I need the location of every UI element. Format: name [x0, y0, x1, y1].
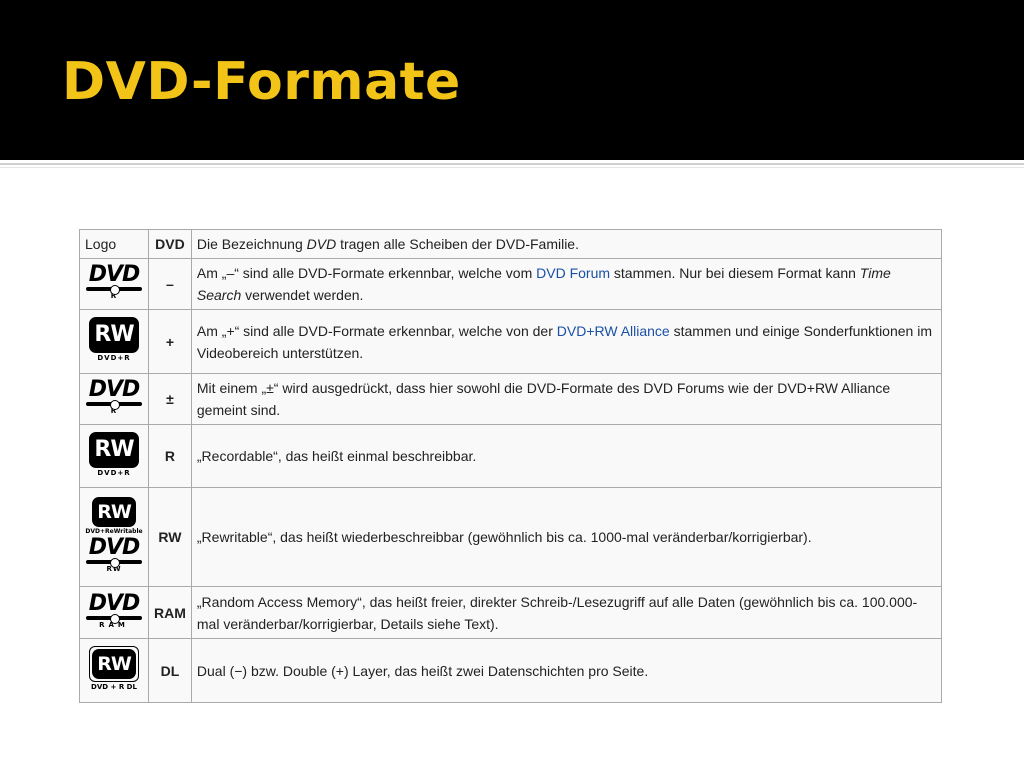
table-row: DVD R – Am „–“ sind alle DVD-Formate erk… — [79, 258, 943, 310]
description-text: stammen. Nur bei diesem Format kann — [610, 265, 860, 281]
slide-title: DVD-Formate — [62, 52, 461, 112]
dvd-logo-word: DVD — [88, 535, 141, 560]
logo-cell: DVD R — [79, 373, 149, 425]
logo-cell: RW DVD+R — [79, 309, 149, 374]
logo-cell: RW DVD + R DL — [79, 638, 149, 703]
dvd-formats-table: Logo DVD Die Bezeichnung DVD tragen alle… — [79, 229, 943, 703]
format-description: „Rewritable“, das heißt wiederbeschreibb… — [190, 487, 943, 587]
format-code: RW — [148, 487, 192, 587]
dvd-logo-word: DVD — [88, 590, 141, 616]
logo-cell: RW DVD+ReWritable DVD RW — [79, 487, 149, 587]
logo-cell: DVD R — [79, 258, 149, 310]
dvd-r-logo: DVD R — [86, 264, 142, 300]
table-header-row: Logo DVD Die Bezeichnung DVD tragen alle… — [79, 229, 943, 259]
description-text: verwendet werden. — [241, 287, 364, 303]
format-code: – — [148, 258, 192, 310]
dvd-logo-word: DVD — [88, 262, 141, 287]
header-description-cell: Die Bezeichnung DVD tragen alle Scheiben… — [190, 229, 943, 259]
format-code: RAM — [148, 586, 192, 639]
table-row: DVD R ± Mit einem „±“ wird ausgedrückt, … — [79, 373, 943, 425]
dvd-logo-word: DVD — [88, 377, 141, 402]
format-description: Dual (−) bzw. Double (+) Layer, das heiß… — [190, 638, 943, 703]
rw-logo-word: RW — [92, 497, 136, 527]
disc-icon — [86, 613, 142, 624]
disc-icon — [86, 558, 142, 568]
format-code: + — [148, 309, 192, 374]
disc-icon — [86, 285, 142, 295]
format-description: Am „–“ sind alle DVD-Formate erkennbar, … — [190, 258, 943, 310]
header-text-post: tragen alle Scheiben der DVD-Familie. — [336, 236, 579, 252]
format-description: Am „+“ sind alle DVD-Formate erkennbar, … — [190, 309, 943, 374]
description-text: Am „+“ sind alle DVD-Formate erkennbar, … — [196, 322, 557, 339]
dvd-r-logo: DVD R — [86, 379, 142, 415]
format-code: ± — [148, 373, 192, 425]
format-description: Mit einem „±“ wird ausgedrückt, dass hie… — [190, 373, 943, 425]
format-code: DL — [148, 638, 192, 703]
logo-sub-label: DVD + R DL — [91, 683, 137, 691]
format-code: R — [148, 424, 192, 488]
table-row: RW DVD + R DL DL Dual (−) bzw. Double (+… — [79, 638, 943, 703]
header-code-cell: DVD — [148, 229, 192, 259]
rw-logo-word: RW — [89, 317, 139, 353]
logo-sub-label: DVD+R — [97, 354, 131, 362]
format-description: „Random Access Memory“, das heißt freier… — [190, 586, 943, 639]
format-description: „Recordable“, das heißt einmal beschreib… — [190, 424, 943, 488]
dvd-forum-link[interactable]: DVD Forum — [536, 265, 610, 281]
logo-sub-label: DVD+R — [97, 468, 131, 477]
rw-dvd-plus-r-logo: RW DVD+R — [89, 431, 139, 477]
rw-logo-word: RW — [92, 649, 136, 679]
table-row: RW DVD+R + Am „+“ sind alle DVD-Formate … — [79, 309, 943, 374]
table-row: RW DVD+R R „Recordable“, das heißt einma… — [79, 424, 943, 488]
table-row: DVD RAM RAM „Random Access Memory“, das … — [79, 586, 943, 639]
header-text-pre: Die Bezeichnung — [196, 236, 307, 252]
rw-logo-word: RW — [89, 431, 139, 468]
dual-layer-frame: RW — [89, 646, 139, 682]
logo-cell: DVD RAM — [79, 586, 149, 639]
divider-line — [0, 163, 1024, 165]
header-logo-cell: Logo — [79, 229, 149, 259]
description-text: Am „–“ sind alle DVD-Formate erkennbar, … — [196, 265, 537, 281]
rw-dvd-rewritable-logo: RW DVD+ReWritable DVD RW — [85, 497, 143, 573]
disc-icon — [86, 400, 142, 410]
table-row: RW DVD+ReWritable DVD RW RW „Rewritable“… — [79, 487, 943, 587]
rw-dvd-plus-r-logo: RW DVD+R — [89, 317, 139, 362]
rw-dvd-plus-r-dl-logo: RW DVD + R DL — [89, 646, 139, 691]
header-text-em: DVD — [306, 236, 337, 252]
dvd-ram-logo: DVD RAM — [86, 590, 142, 629]
logo-cell: RW DVD+R — [79, 424, 149, 488]
dvd-rw-alliance-link[interactable]: DVD+RW Alliance — [557, 323, 670, 339]
divider-line-secondary — [0, 167, 1024, 168]
